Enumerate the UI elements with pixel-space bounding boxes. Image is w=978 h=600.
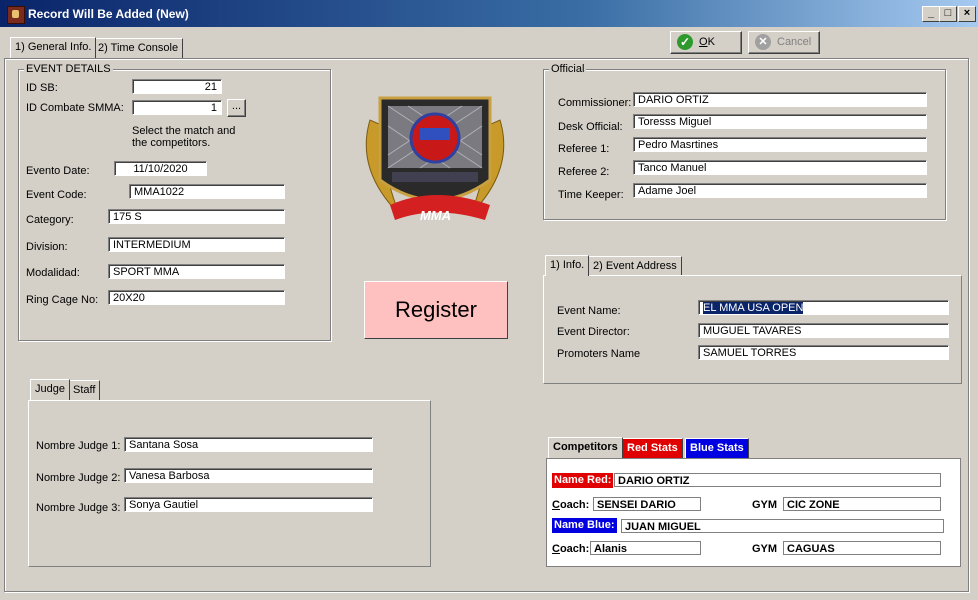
judge-2-field[interactable]: Vanesa Barbosa [124, 468, 373, 483]
cancel-icon: ✕ [755, 34, 771, 50]
official-legend: Official [549, 63, 587, 75]
event-details-legend: EVENT DETAILS [24, 63, 113, 75]
event-name-value: EL MMA USA OPEN [703, 302, 804, 314]
event-director-label: Event Director: [557, 326, 630, 338]
commissioner-field[interactable]: DARIO ORTIZ [633, 92, 927, 107]
window-title: Record Will Be Added (New) [28, 7, 189, 21]
name-blue-field[interactable]: JUAN MIGUEL [621, 519, 944, 533]
register-button[interactable]: Register [364, 281, 508, 339]
judge-3-field[interactable]: Sonya Gautiel [124, 497, 373, 512]
tab-info-label: 1) Info. [550, 259, 585, 271]
commissioner-label: Commissioner: [558, 97, 632, 109]
logo-text: MMA [420, 208, 452, 223]
time-keeper-label: Time Keeper: [558, 189, 624, 201]
main-tabs: 1) General Info. 2) Time Console [10, 37, 310, 59]
ring-cage-label: Ring Cage No: [26, 294, 99, 306]
coach-red-field[interactable]: SENSEI DARIO [593, 497, 701, 511]
tab-event-address-label: 2) Event Address [593, 260, 677, 272]
coach-red-label: Coach: [552, 499, 590, 511]
event-date-field[interactable]: 11/10/2020 [114, 161, 207, 176]
desk-official-label: Desk Official: [558, 121, 623, 133]
name-red-label: Name Red: [552, 473, 614, 488]
judge-2-label: Nombre Judge 2: [36, 472, 121, 484]
division-field[interactable]: INTERMEDIUM [108, 237, 285, 252]
maximize-button[interactable]: □ [939, 6, 957, 22]
modalidad-label: Modalidad: [26, 267, 80, 279]
id-combate-label: ID Combate SMMA: [26, 102, 124, 114]
tab-general-label: 1) General Info. [15, 41, 92, 53]
tab-time-console[interactable]: 2) Time Console [93, 38, 184, 58]
name-blue-label: Name Blue: [552, 518, 617, 533]
hint-line-2: the competitors. [132, 137, 211, 149]
title-bar: Record Will Be Added (New) _ □ × [0, 0, 978, 27]
event-name-label: Event Name: [557, 305, 621, 317]
event-name-field[interactable]: EL MMA USA OPEN [698, 300, 949, 315]
gym-red-field[interactable]: CIC ZONE [783, 497, 941, 511]
id-sb-label: ID SB: [26, 82, 58, 94]
ok-label: OOKK [699, 36, 715, 48]
event-code-field[interactable]: MMA1022 [129, 184, 285, 199]
close-button[interactable]: × [958, 6, 976, 22]
promoters-field[interactable]: SAMUEL TORRES [698, 345, 949, 360]
cancel-button[interactable]: ✕ Cancel [748, 31, 820, 54]
division-label: Division: [26, 241, 68, 253]
hint-line-1: Select the match and [132, 125, 236, 137]
coach-blue-label: Coach: [552, 543, 590, 555]
tab-info[interactable]: 1) Info. [545, 255, 590, 276]
event-date-label: Evento Date: [26, 165, 90, 177]
category-label: Category: [26, 214, 74, 226]
tab-judge-label: Judge [35, 383, 65, 395]
tab-judge[interactable]: Judge [30, 379, 70, 400]
tab-red-stats[interactable]: Red Stats [622, 438, 683, 458]
judge-3-label: Nombre Judge 3: [36, 502, 121, 514]
event-director-field[interactable]: MUGUEL TAVARES [698, 323, 949, 338]
minimize-button[interactable]: _ [922, 6, 940, 22]
modalidad-field[interactable]: SPORT MMA [108, 264, 285, 279]
judge-1-label: Nombre Judge 1: [36, 440, 121, 452]
tab-staff-label: Staff [73, 384, 96, 396]
cancel-label: Cancel [777, 36, 812, 48]
tab-event-address[interactable]: 2) Event Address [588, 256, 682, 276]
tab-competitors[interactable]: Competitors [548, 437, 623, 458]
category-field[interactable]: 175 S [108, 209, 285, 224]
gym-blue-label: GYM [752, 543, 778, 555]
promoters-label: Promoters Name [557, 348, 641, 360]
check-icon: ✓ [677, 34, 693, 50]
tab-competitors-label: Competitors [553, 441, 618, 453]
tab-blue-stats[interactable]: Blue Stats [685, 438, 749, 458]
app-icon [7, 6, 25, 24]
gym-blue-field[interactable]: CAGUAS [783, 541, 941, 555]
tab-general-info[interactable]: 1) General Info. [10, 37, 97, 58]
name-red-field[interactable]: DARIO ORTIZ [614, 473, 941, 487]
time-keeper-field[interactable]: Adame Joel [633, 183, 927, 198]
ok-button[interactable]: ✓ OOKK [670, 31, 742, 54]
tab-staff[interactable]: Staff [68, 380, 101, 400]
referee-1-label: Referee 1: [558, 143, 610, 155]
coach-blue-field[interactable]: Alanis [590, 541, 701, 555]
judge-1-field[interactable]: Santana Sosa [124, 437, 373, 452]
ring-cage-field[interactable]: 20X20 [108, 290, 285, 305]
gym-red-label: GYM [752, 499, 778, 511]
referee-2-label: Referee 2: [558, 166, 610, 178]
id-sb-field[interactable]: 21 [132, 79, 222, 94]
desk-official-field[interactable]: Toresss Miguel [633, 114, 927, 129]
referee-2-field[interactable]: Tanco Manuel [633, 160, 927, 175]
browse-button[interactable]: ... [227, 99, 246, 117]
event-code-label: Event Code: [26, 189, 87, 201]
tab-time-label: 2) Time Console [98, 42, 179, 54]
tab-blue-stats-label: Blue Stats [690, 442, 744, 454]
tab-red-stats-label: Red Stats [627, 442, 678, 454]
id-combate-field[interactable]: 1 [132, 100, 222, 115]
referee-1-field[interactable]: Pedro Masrtines [633, 137, 927, 152]
mma-logo: MMA [350, 80, 520, 240]
